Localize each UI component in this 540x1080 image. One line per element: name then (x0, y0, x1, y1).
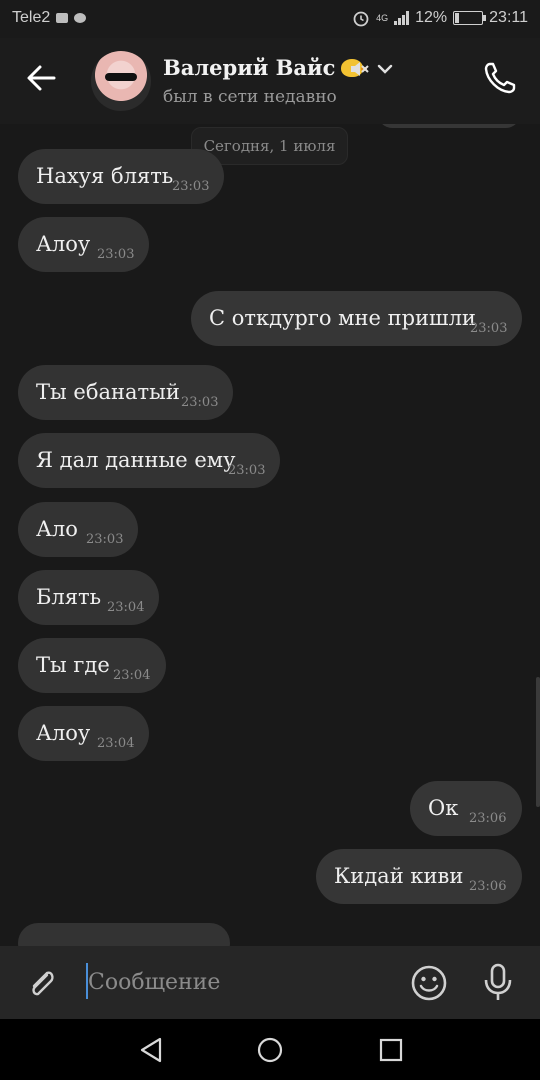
avatar[interactable] (91, 51, 151, 111)
message-text: С откдурго мне пришли (209, 306, 476, 330)
message-text: Кидай киви (334, 864, 464, 888)
message-bubble[interactable]: С откдурго мне пришли 23:03 (191, 291, 522, 346)
message-bubble[interactable]: Кидай киви 23:06 (316, 849, 522, 904)
message-time: 23:03 (97, 247, 135, 262)
paperclip-icon[interactable] (25, 966, 59, 1000)
alarm-icon (353, 11, 369, 27)
last-seen-status: был в сети недавно (163, 87, 337, 107)
message-text: Ало (36, 517, 78, 541)
message-text: Ок (428, 796, 459, 820)
message-composer (0, 946, 540, 1019)
muted-speaker-icon (351, 62, 369, 76)
system-navigation-bar (0, 1019, 540, 1080)
message-text: Нахуя блять (36, 164, 174, 188)
message-time: 23:03 (86, 532, 124, 547)
carrier-label: Tele2 (12, 9, 51, 26)
signal-icon (394, 11, 410, 25)
message-bubble[interactable]: Ало 23:03 (18, 502, 138, 557)
message-text: Алоу (36, 232, 91, 256)
triangle-back-icon[interactable] (138, 1036, 164, 1064)
smiley-icon[interactable] (410, 964, 448, 1002)
chat-header: Валерий Вайс был в сети недавно (0, 38, 540, 124)
message-bubble[interactable]: Ок 23:06 (410, 781, 522, 836)
message-bubble-partial (18, 923, 230, 946)
battery-icon (453, 11, 487, 25)
message-time: 23:06 (469, 811, 507, 826)
message-time: 23:03 (172, 179, 210, 194)
circle-home-icon[interactable] (257, 1037, 283, 1063)
microphone-icon[interactable] (482, 962, 514, 1002)
message-time: 23:04 (113, 668, 151, 683)
chevron-down-icon[interactable] (376, 60, 394, 78)
message-text: Блять (36, 585, 102, 609)
message-bubble[interactable]: Ты где 23:04 (18, 638, 166, 693)
avatar-glasses-detail (105, 73, 137, 81)
message-time: 23:03 (228, 463, 266, 478)
arrow-left-icon[interactable] (24, 60, 60, 96)
notification-icon (56, 13, 69, 23)
scrollbar-thumb[interactable] (536, 677, 540, 807)
message-time: 23:03 (181, 395, 219, 410)
message-text: Я дал данные ему (36, 448, 236, 472)
status-bar-left: Tele2 (12, 9, 87, 27)
message-bubble[interactable]: Блять 23:04 (18, 570, 159, 625)
message-text: Алоу (36, 721, 91, 745)
message-input[interactable] (86, 960, 386, 1004)
contact-name[interactable]: Валерий Вайс (163, 55, 368, 80)
message-bubble[interactable]: Нахуя блять 23:03 (18, 149, 224, 204)
status-bar-right: 4G 12% 23:11 (352, 9, 528, 27)
message-bubble[interactable]: Я дал данные ему 23:03 (18, 433, 280, 488)
clock: 23:11 (489, 9, 528, 26)
phone-icon[interactable] (480, 58, 520, 98)
square-recents-icon[interactable] (379, 1038, 403, 1062)
chat-notification-icon (74, 13, 87, 23)
message-list[interactable]: Сегодня, 1 июля Нахуя блять 23:03 Алоу 2… (0, 124, 540, 946)
message-time: 23:06 (469, 879, 507, 894)
message-text: Ты ебанатый (36, 380, 180, 404)
status-bar: Tele2 4G 12% 23:11 (0, 0, 540, 38)
contact-name-text: Валерий Вайс (163, 55, 336, 80)
message-bubble[interactable]: Ты ебанатый 23:03 (18, 365, 233, 420)
network-type-label: 4G (376, 13, 389, 23)
message-bubble-cutoff (378, 124, 520, 128)
message-text: Ты где (36, 653, 110, 677)
message-bubble[interactable]: Алоу 23:03 (18, 217, 149, 272)
battery-percent: 12% (415, 9, 448, 26)
message-time: 23:03 (470, 321, 508, 336)
message-time: 23:04 (107, 600, 145, 615)
message-time: 23:04 (97, 736, 135, 751)
message-bubble[interactable]: Алоу 23:04 (18, 706, 149, 761)
